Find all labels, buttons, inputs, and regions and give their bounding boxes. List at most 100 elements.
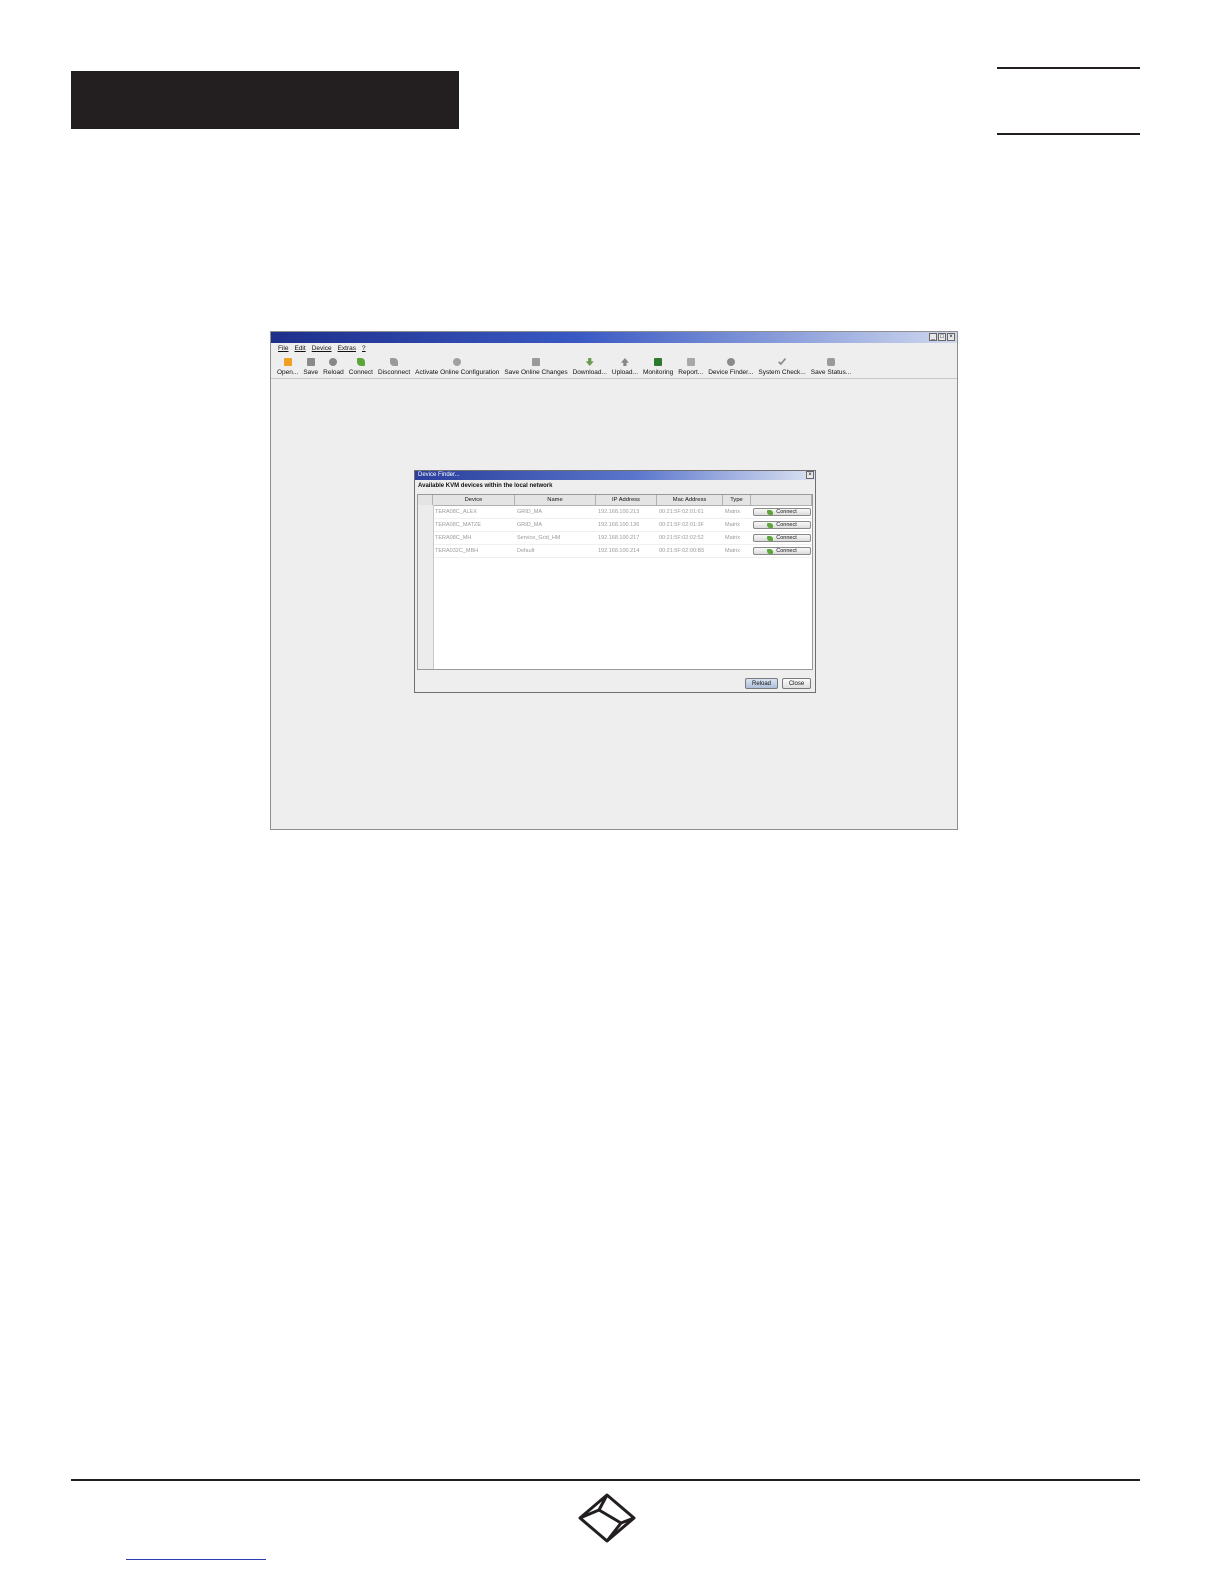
device-table: Device Name IP Address Mac Address Type …	[417, 494, 813, 670]
maximize-button[interactable]: □	[938, 333, 946, 341]
row-connect-button[interactable]: Connect	[753, 534, 811, 542]
cell-device: TERA032C_MBH	[435, 548, 479, 554]
save-icon	[306, 358, 315, 366]
dialog-footer: Reload Close	[745, 678, 811, 689]
system-check-button[interactable]: System Check...	[758, 358, 806, 378]
device-finder-button[interactable]: Device Finder...	[708, 358, 753, 378]
gear-icon	[453, 358, 462, 366]
header-rule-top	[997, 67, 1140, 69]
cell-type: Matrix	[725, 522, 740, 528]
monitoring-button[interactable]: Monitoring	[643, 358, 673, 378]
device-finder-dialog: Device Finder... × Available KVM devices…	[414, 470, 816, 693]
upload-icon	[620, 358, 629, 366]
disconnect-button[interactable]: Disconnect	[378, 358, 410, 378]
monitor-icon	[654, 358, 663, 366]
dialog-titlebar: Device Finder... ×	[415, 471, 815, 480]
column-header-number	[418, 495, 433, 505]
status-icon	[826, 358, 835, 366]
column-header-name[interactable]: Name	[515, 495, 596, 505]
cell-name: GRID_MA	[517, 522, 543, 528]
cell-ip: 192.168.100.214	[598, 548, 640, 554]
cell-action: Connect	[751, 545, 812, 557]
table-row[interactable]: 01 TERA08C_ALEX GRID_MA 192.168.100.213 …	[418, 506, 812, 519]
cell-device: TERA08C_MATZE	[435, 522, 482, 528]
table-header: Device Name IP Address Mac Address Type	[418, 495, 812, 506]
cell-device: TERA08C_ALEX	[435, 509, 477, 515]
row-connect-button[interactable]: Connect	[753, 508, 811, 516]
report-button[interactable]: Report...	[678, 358, 703, 378]
dialog-title: Device Finder...	[418, 472, 460, 478]
table-row[interactable]: 03 TERA08C_MH Service_Grid_HM 192.168.10…	[418, 532, 812, 545]
cell-ip: 192.168.100.213	[598, 509, 640, 515]
toolbar: Open... Save Reload Connect Disconnect A…	[271, 354, 957, 379]
plug-icon	[767, 522, 774, 528]
cell-action: Connect	[751, 532, 812, 544]
save-online-changes-button[interactable]: Save Online Changes	[504, 358, 568, 378]
menu-help[interactable]: ?	[362, 345, 366, 352]
dialog-close-button[interactable]: Close	[782, 678, 811, 689]
column-header-device[interactable]: Device	[433, 495, 515, 505]
check-icon	[778, 358, 787, 366]
footer-rule	[71, 1479, 1140, 1481]
table-row[interactable]: 04 TERA032C_MBH Default 192.168.100.214 …	[418, 545, 812, 558]
open-button[interactable]: Open...	[277, 358, 298, 378]
dialog-heading: Available KVM devices within the local n…	[418, 483, 553, 489]
download-button[interactable]: Download...	[573, 358, 607, 378]
activate-online-config-button[interactable]: Activate Online Configuration	[415, 358, 499, 378]
cell-action: Connect	[751, 519, 812, 531]
menu-extras[interactable]: Extras	[338, 345, 356, 352]
dialog-close-icon[interactable]: ×	[806, 471, 814, 479]
minimize-button[interactable]: _	[929, 333, 937, 341]
row-number-gutter	[418, 505, 434, 669]
menu-edit[interactable]: Edit	[294, 345, 305, 352]
unplug-icon	[390, 358, 399, 366]
connect-button[interactable]: Connect	[349, 358, 373, 378]
column-header-mac[interactable]: Mac Address	[657, 495, 723, 505]
save-status-button[interactable]: Save Status...	[811, 358, 851, 378]
cell-action: Connect	[751, 506, 812, 518]
app-titlebar: _ □ ×	[271, 332, 957, 343]
cell-mac: 00:21:5F:02:01:3F	[659, 522, 704, 528]
reload-icon	[329, 358, 338, 366]
header-bar	[71, 71, 459, 129]
cell-ip: 192.168.100.217	[598, 535, 640, 541]
cell-type: Matrix	[725, 509, 740, 515]
cube-logo-icon	[578, 1493, 636, 1543]
dialog-reload-button[interactable]: Reload	[745, 678, 778, 689]
cell-name: Default	[517, 548, 535, 554]
window-close-button[interactable]: ×	[947, 333, 955, 341]
cell-name: GRID_MA	[517, 509, 543, 515]
upload-button[interactable]: Upload...	[612, 358, 638, 378]
plug-icon	[356, 358, 365, 366]
disk-icon	[531, 358, 540, 366]
header-rule-bottom	[997, 133, 1140, 135]
plug-icon	[767, 548, 774, 554]
plug-icon	[767, 509, 774, 515]
application-window: _ □ × File Edit Device Extras ? Open... …	[270, 331, 958, 830]
folder-icon	[283, 358, 292, 366]
finder-icon	[726, 358, 735, 366]
save-button[interactable]: Save	[303, 358, 318, 378]
cell-name: Service_Grid_HM	[517, 535, 561, 541]
cell-type: Matrix	[725, 548, 740, 554]
column-header-ip[interactable]: IP Address	[596, 495, 657, 505]
plug-icon	[767, 535, 774, 541]
cell-mac: 00:21:5F:02:02:52	[659, 535, 704, 541]
column-header-action	[751, 495, 812, 505]
cell-ip: 192.168.100.136	[598, 522, 640, 528]
report-icon	[686, 358, 695, 366]
download-icon	[585, 358, 594, 366]
reload-button[interactable]: Reload	[323, 358, 344, 378]
cell-type: Matrix	[725, 535, 740, 541]
column-header-type[interactable]: Type	[723, 495, 751, 505]
menu-device[interactable]: Device	[312, 345, 332, 352]
cell-mac: 00:21:5F:02:00:B5	[659, 548, 705, 554]
cell-mac: 00:21:5F:02:01:61	[659, 509, 704, 515]
footer-link-underline[interactable]	[126, 1559, 266, 1560]
menu-file[interactable]: File	[278, 345, 288, 352]
menu-bar: File Edit Device Extras ?	[271, 343, 957, 354]
row-connect-button[interactable]: Connect	[753, 547, 811, 555]
row-connect-button[interactable]: Connect	[753, 521, 811, 529]
cell-device: TERA08C_MH	[435, 535, 472, 541]
table-row[interactable]: 02 TERA08C_MATZE GRID_MA 192.168.100.136…	[418, 519, 812, 532]
